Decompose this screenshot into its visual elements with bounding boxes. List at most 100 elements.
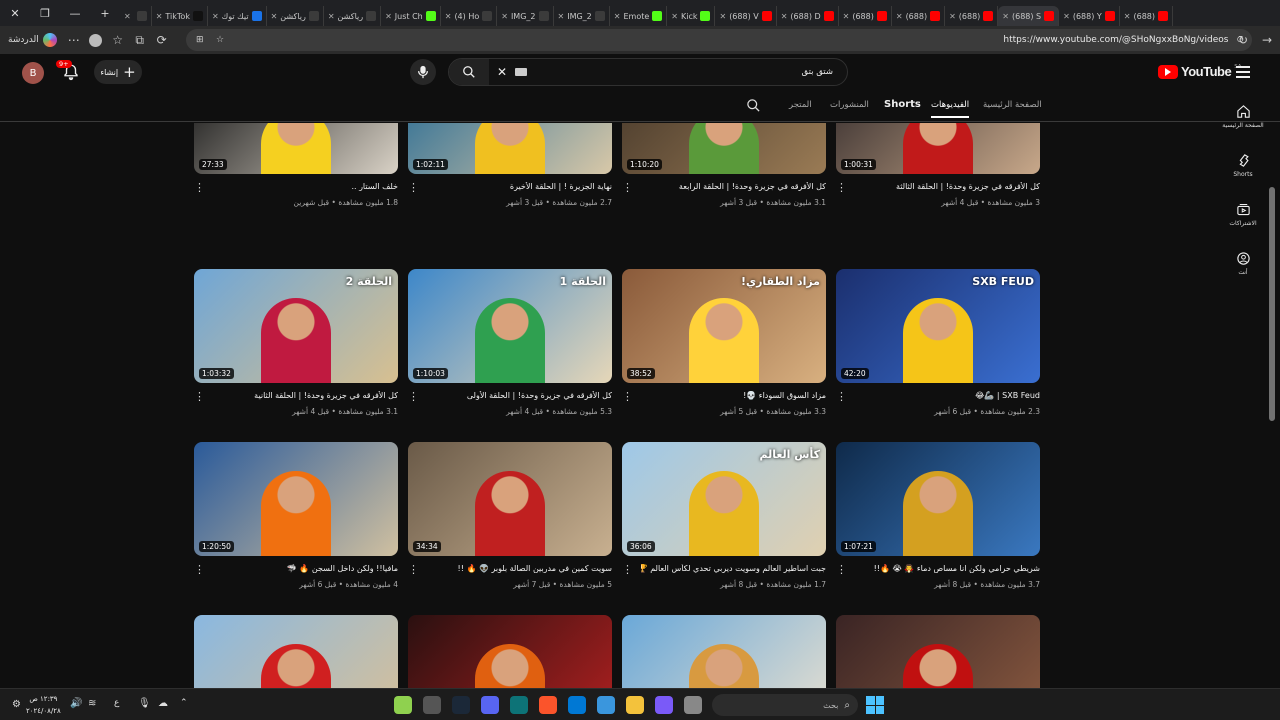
taskbar-app-icon[interactable] [481, 696, 499, 714]
more-actions-icon[interactable]: ⋮ [622, 390, 633, 403]
video-card[interactable]: 250,0001:10:20 كل الأفرقه في جزيرة وحدة! … [622, 123, 826, 207]
refresh-icon[interactable]: ⟳ [151, 29, 173, 51]
clock[interactable]: ١٢:٣٩ ص ٢٠٢٤/٠٨/٢٨ [26, 693, 61, 717]
start-button[interactable] [866, 696, 884, 714]
more-actions-icon[interactable]: ⋮ [836, 390, 847, 403]
video-thumbnail[interactable]: SXB FEUD 42:20 [836, 269, 1040, 383]
close-tab-icon[interactable]: ✕ [781, 12, 788, 21]
video-thumbnail[interactable] [836, 615, 1040, 688]
more-actions-icon[interactable]: ⋮ [194, 390, 205, 403]
video-card[interactable]: 34:34 سويت كمين في مدربين الصالة بلوبر 👽 … [408, 442, 612, 589]
more-actions-icon[interactable]: ⋮ [408, 181, 419, 194]
scrollbar-thumb[interactable] [1269, 187, 1275, 421]
clear-search-icon[interactable]: ✕ [497, 65, 507, 79]
video-card[interactable]: الحلقة 1 1:10:03 كل الأفرقه في جزيرة وحدة!… [408, 269, 612, 416]
profile-chip[interactable]: الدردشة [8, 33, 57, 47]
close-tab-icon[interactable]: ✕ [558, 12, 565, 21]
browser-tab[interactable]: ✕ (688) [892, 6, 946, 26]
browser-tab[interactable]: ✕ (688) [1120, 6, 1174, 26]
sidebar-item-you[interactable]: أنت [1222, 251, 1264, 276]
notifications-button[interactable]: 9+ [56, 60, 82, 83]
video-title[interactable]: SXB Feud | 🦾😂 [855, 391, 1040, 400]
video-thumbnail[interactable] [408, 615, 612, 688]
video-title[interactable]: كل الأفرقه في جزيرة وحدة! | الحلقة الراب… [641, 182, 826, 191]
browser-tab[interactable]: ✕ رياكشن [324, 6, 382, 26]
tab-posts[interactable]: المنشورات [830, 100, 869, 110]
video-card[interactable]: الحلقة 2 1:03:32 كل الأفرقه في جزيرة وحدة!… [194, 269, 398, 416]
account-avatar[interactable]: B [22, 62, 44, 84]
close-tab-icon[interactable]: ✕ [212, 12, 219, 21]
video-thumbnail[interactable] [622, 615, 826, 688]
video-thumbnail[interactable]: 34:34 [408, 442, 612, 556]
video-thumbnail[interactable]: خلف الستار!27:33 [194, 123, 398, 174]
voice-search-button[interactable] [410, 59, 436, 85]
tray-overflow-icon[interactable]: ⌃ [180, 698, 188, 708]
taskbar-search[interactable]: بحث ⌕ [712, 694, 858, 716]
video-thumbnail[interactable]: كأس العالم 36:06 [622, 442, 826, 556]
browser-tab[interactable]: ✕ (688) S [998, 6, 1060, 26]
close-tab-icon[interactable]: ✕ [1063, 12, 1070, 21]
sidebar-item-shorts[interactable]: Shorts [1222, 153, 1264, 178]
menu-icon[interactable] [1236, 66, 1250, 78]
keyboard-icon[interactable] [515, 68, 528, 76]
more-actions-icon[interactable]: ⋮ [194, 181, 205, 194]
video-thumbnail[interactable]: 1:00:31 [836, 123, 1040, 174]
more-actions-icon[interactable]: ⋮ [622, 563, 633, 576]
video-thumbnail[interactable]: 1:07:21 [836, 442, 1040, 556]
tab-videos[interactable]: الفيديوهات [931, 100, 970, 118]
language-indicator[interactable]: ع [114, 698, 119, 708]
video-card[interactable]: خلف الستار!27:33 خلف الستار .. 1.8 مليون … [194, 123, 398, 207]
more-actions-icon[interactable]: ⋮ [622, 181, 633, 194]
back-arrow-icon[interactable]: → [1256, 29, 1278, 51]
sidebar-item-home[interactable]: الصفحة الرئيسية [1222, 104, 1264, 129]
close-tab-icon[interactable]: ✕ [1124, 12, 1131, 21]
video-thumbnail[interactable]: الحلقة الأخيرة1:02:11 [408, 123, 612, 174]
restore-window-button[interactable]: ❐ [30, 0, 60, 26]
video-title[interactable]: نهاية الجزيرة ! | الحلقة الأخيرة [427, 182, 612, 191]
video-card[interactable]: الحلقة الأخيرة1:02:11 نهاية الجزيرة ! | ا… [408, 123, 612, 207]
video-card[interactable]: 1:00:31 كل الأفرقه في جزيرة وحدة! | الحلق… [836, 123, 1040, 207]
more-actions-icon[interactable]: ⋮ [408, 390, 419, 403]
taskbar-app-icon[interactable] [568, 696, 586, 714]
video-card[interactable] [408, 615, 612, 688]
more-options-icon[interactable]: ⋯ [63, 29, 85, 51]
browser-tab[interactable]: ✕ Kick [667, 6, 716, 26]
video-thumbnail[interactable]: الحلقة 1 1:10:03 [408, 269, 612, 383]
browser-tab[interactable]: ✕ [120, 6, 152, 26]
browser-tab[interactable]: ✕ (688) [839, 6, 892, 26]
browser-tab[interactable]: ✕ (688) [945, 6, 999, 26]
close-tab-icon[interactable]: ✕ [445, 12, 452, 21]
taskbar-app-icon[interactable] [655, 696, 673, 714]
close-tab-icon[interactable]: ✕ [843, 12, 850, 21]
sidebar-item-subscriptions[interactable]: الاشتراكات [1222, 202, 1264, 227]
browser-tab[interactable]: ✕ Emote [610, 6, 668, 26]
close-tab-icon[interactable]: ✕ [385, 12, 392, 21]
more-actions-icon[interactable]: ⋮ [408, 563, 419, 576]
close-tab-icon[interactable]: ✕ [271, 12, 278, 21]
video-card[interactable]: SXB FEUD 42:20 SXB Feud | 🦾😂 2.3 مليون مشا… [836, 269, 1040, 416]
search-input[interactable] [527, 67, 847, 77]
extensions-icon[interactable]: ⧉ [129, 29, 151, 51]
volume-icon[interactable]: 🔊 [70, 698, 82, 709]
new-tab-button[interactable]: + [90, 0, 120, 26]
browser-tab[interactable]: ✕ TikTok [152, 6, 208, 26]
video-card[interactable]: كأس العالم 36:06 جبت اساطير العالم وسويت د… [622, 442, 826, 589]
video-title[interactable]: خلف الستار .. [213, 182, 398, 191]
close-tab-icon[interactable]: ✕ [328, 12, 335, 21]
browser-tab[interactable]: ✕ (688) D [777, 6, 839, 26]
tab-shorts[interactable]: Shorts [884, 99, 921, 110]
video-title[interactable]: مزاد السوق السوداء 💀! [641, 391, 826, 400]
channel-search-button[interactable] [746, 98, 761, 117]
video-title[interactable]: شريطي حرامي ولكن انا مساص دماء 🧛 😭 🔥!! [855, 564, 1040, 573]
tab-store[interactable]: المتجر [789, 100, 812, 110]
close-tab-icon[interactable]: ✕ [614, 12, 621, 21]
video-title[interactable]: كل الأفرقه في جزيرة وحدة! | الحلقة الثان… [213, 391, 398, 400]
video-thumbnail[interactable] [194, 615, 398, 688]
browser-tab[interactable]: ✕ (688) Y [1059, 6, 1120, 26]
browser-tab[interactable]: ✕ تيك توك [208, 6, 267, 26]
youtube-logo[interactable]: YouTube SA [1158, 64, 1242, 79]
taskbar-app-icon[interactable] [423, 696, 441, 714]
search-button[interactable] [449, 59, 489, 85]
mic-tray-icon[interactable]: 🎙 [138, 698, 151, 709]
close-tab-icon[interactable]: ✕ [896, 12, 903, 21]
